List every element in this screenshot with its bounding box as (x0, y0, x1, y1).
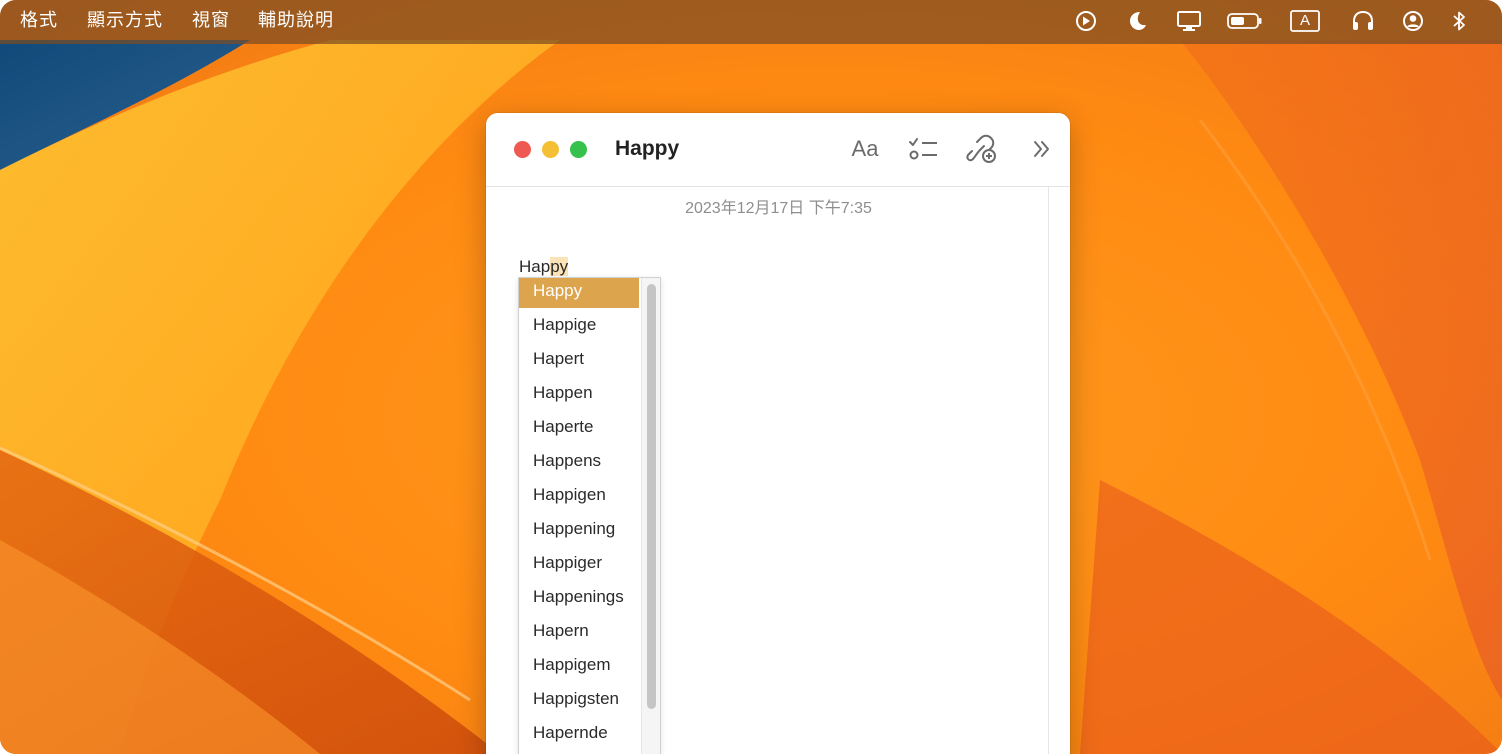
format-icon: Aa (851, 136, 879, 161)
checklist-icon[interactable] (905, 133, 941, 165)
input-source-icon[interactable]: A (1289, 8, 1321, 34)
moon-icon[interactable] (1122, 8, 1152, 34)
note-date: 2023年12月17日 下午7:35 (685, 200, 872, 217)
note-body[interactable]: Happy (519, 257, 569, 277)
autocomplete-item[interactable]: Happenings (519, 580, 639, 614)
autocomplete-item[interactable]: Happigem (519, 648, 639, 682)
menu-view[interactable]: 顯示方式 (87, 8, 163, 32)
autocomplete-list[interactable]: Happy Happige Hapert Happen Haperte Happens Ha… (518, 277, 661, 754)
autocomplete-item[interactable]: Hapern (519, 614, 639, 648)
minimize-button[interactable] (542, 141, 559, 158)
autocomplete-item[interactable]: Happening (519, 512, 639, 546)
user-account-icon[interactable] (1398, 8, 1428, 34)
menu-help[interactable]: 輔助說明 (258, 8, 334, 32)
more-icon[interactable] (1024, 133, 1060, 165)
autocomplete-item[interactable]: Hapernde (519, 716, 639, 750)
input-source-label: A (1299, 12, 1310, 29)
autocomplete-item[interactable]: Happigen (519, 478, 639, 512)
autocomplete-item[interactable]: Haperte (519, 410, 639, 444)
menu-bar: 格式 顯示方式 視窗 輔助說明 A (0, 0, 1502, 44)
autocomplete-item[interactable]: Happige (519, 308, 639, 342)
autocomplete-item[interactable]: Hapert (519, 342, 639, 376)
autocomplete-item[interactable]: Happen (519, 376, 639, 410)
autocomplete-item[interactable]: Happiger (519, 546, 639, 580)
autocomplete-item[interactable]: Happigsten (519, 682, 639, 716)
autocomplete-scrollbar[interactable] (641, 278, 660, 754)
zoom-button[interactable] (570, 141, 587, 158)
desktop: 格式 顯示方式 視窗 輔助說明 A Happy Aa 2023年12月17日 下… (0, 0, 1502, 754)
note-text-typed: Hap (519, 257, 551, 276)
window-title: Happy (615, 137, 680, 160)
bluetooth-icon[interactable] (1444, 8, 1474, 34)
autocomplete-item[interactable]: Happy (519, 278, 639, 308)
close-button[interactable] (514, 141, 531, 158)
display-icon[interactable] (1174, 8, 1204, 34)
autocomplete-item[interactable]: Happens (519, 444, 639, 478)
editor-scroll-track[interactable] (1048, 187, 1049, 754)
collaborate-icon[interactable] (964, 133, 1000, 165)
headphones-icon[interactable] (1348, 8, 1378, 34)
window-titlebar: Happy Aa (486, 113, 1070, 187)
format-button[interactable]: Aa (847, 133, 883, 165)
menu-window[interactable]: 視窗 (192, 8, 230, 32)
menu-format[interactable]: 格式 (20, 8, 58, 32)
play-circle-icon[interactable] (1071, 8, 1101, 34)
note-text-marked: py (550, 257, 569, 276)
autocomplete-scroll-thumb[interactable] (647, 284, 656, 709)
battery-icon[interactable] (1226, 8, 1264, 34)
